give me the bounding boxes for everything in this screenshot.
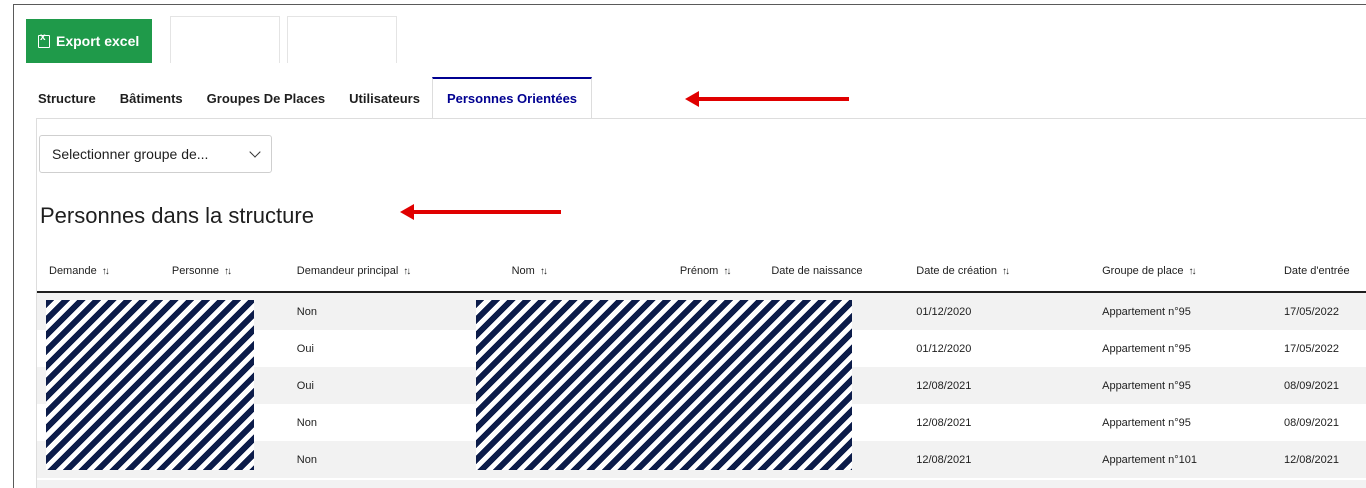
cell-entree: 08/09/2021 — [1271, 367, 1366, 404]
blank-tab — [287, 16, 397, 63]
cell-principal: Oui — [284, 330, 500, 367]
sort-icon[interactable]: ↑↓ — [1002, 266, 1010, 277]
sort-icon[interactable]: ↑↓ — [540, 266, 548, 277]
tab-bar: Structure Bâtiments Groupes De Places Ut… — [26, 77, 593, 119]
sort-icon[interactable]: ↑↓ — [224, 266, 232, 277]
column-header-label: Date de naissance — [771, 265, 863, 277]
cell-creation: 12/08/2021 — [904, 404, 1091, 441]
annotation-arrow — [400, 204, 561, 220]
column-header[interactable]: Demandeur principal ↑↓ — [284, 251, 500, 293]
table-header-row: Demande ↑↓ Personne ↑↓ Demandeur principal… — [37, 251, 1366, 293]
cell-principal: Non — [284, 292, 500, 330]
column-header-label: Date d'entrée — [1283, 265, 1350, 277]
column-header[interactable]: Nom ↑↓ — [499, 251, 635, 293]
tab-structure[interactable]: Structure — [26, 77, 108, 119]
group-select[interactable]: Selectionner groupe de... — [39, 135, 272, 173]
column-header-label: Groupe de place — [1102, 265, 1184, 277]
sort-icon[interactable]: ↑↓ — [723, 266, 731, 277]
column-header-label: Demande — [49, 265, 97, 277]
export-excel-label: Export excel — [56, 33, 140, 49]
cell-entree: 12/08/2021 — [1271, 441, 1366, 478]
table-footer-strip — [37, 480, 1366, 488]
tab-personnes-orientees[interactable]: Personnes Orientées — [431, 77, 593, 119]
redaction-block — [46, 300, 254, 470]
column-header-label: Personne — [171, 265, 219, 277]
cell-creation: 01/12/2020 — [904, 330, 1091, 367]
column-header-label: Nom — [511, 265, 535, 277]
column-header[interactable]: Date de création ↑↓ — [904, 251, 1091, 293]
cell-entree: 17/05/2022 — [1271, 330, 1366, 367]
column-header[interactable]: Groupe de place ↑↓ — [1090, 251, 1272, 293]
blank-tab — [170, 16, 280, 63]
cell-creation: 01/12/2020 — [904, 292, 1091, 330]
column-header-label: Demandeur principal — [296, 265, 399, 277]
cell-groupe: Appartement n°101 — [1090, 441, 1272, 478]
annotation-arrow — [685, 91, 849, 107]
cell-principal: Non — [284, 441, 500, 478]
column-header-label: Prénom — [679, 265, 719, 277]
column-header: Date de naissance — [759, 251, 905, 293]
export-excel-button[interactable]: Export excel — [26, 19, 152, 63]
redaction-block — [476, 300, 852, 470]
column-header-label: Date de création — [916, 265, 997, 277]
column-header[interactable]: Demande ↑↓ — [37, 251, 160, 293]
section-title: Personnes dans la structure — [40, 203, 314, 228]
cell-principal: Non — [284, 404, 500, 441]
sort-icon[interactable]: ↑↓ — [1188, 266, 1196, 277]
cell-groupe: Appartement n°95 — [1090, 367, 1272, 404]
cell-entree: 17/05/2022 — [1271, 292, 1366, 330]
excel-icon — [38, 32, 50, 48]
column-header: Date d'entrée — [1271, 251, 1366, 293]
cell-creation: 12/08/2021 — [904, 367, 1091, 404]
sort-icon[interactable]: ↑↓ — [403, 266, 411, 277]
tab-divider — [36, 118, 1366, 119]
sort-icon[interactable]: ↑↓ — [102, 266, 110, 277]
tab-utilisateurs[interactable]: Utilisateurs — [337, 77, 432, 119]
tab-groupes-de-places[interactable]: Groupes De Places — [195, 77, 338, 119]
cell-groupe: Appartement n°95 — [1090, 330, 1272, 367]
tab-batiments[interactable]: Bâtiments — [108, 77, 195, 119]
chevron-down-icon — [249, 146, 261, 158]
group-select-value: Selectionner groupe de... — [52, 146, 209, 162]
column-header[interactable]: Personne ↑↓ — [159, 251, 285, 293]
cell-groupe: Appartement n°95 — [1090, 292, 1272, 330]
cell-groupe: Appartement n°95 — [1090, 404, 1272, 441]
cell-principal: Oui — [284, 367, 500, 404]
cell-entree: 08/09/2021 — [1271, 404, 1366, 441]
column-header[interactable]: Prénom ↑↓ — [634, 251, 760, 293]
cell-creation: 12/08/2021 — [904, 441, 1091, 478]
